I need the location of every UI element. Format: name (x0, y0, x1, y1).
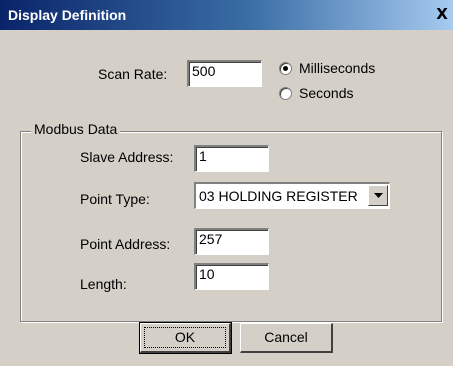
title-bar[interactable]: Display Definition X (0, 0, 453, 30)
point-type-label: Point Type: (80, 191, 150, 207)
scan-rate-input[interactable]: 500 (187, 60, 262, 87)
slave-address-input[interactable]: 1 (194, 145, 269, 172)
slave-address-value: 1 (199, 148, 207, 164)
radio-milliseconds[interactable]: Milliseconds (279, 60, 375, 76)
point-type-select[interactable]: 03 HOLDING REGISTER (194, 182, 390, 209)
point-address-value: 257 (199, 231, 223, 247)
scan-rate-value: 500 (192, 63, 216, 79)
cancel-button[interactable]: Cancel (240, 323, 333, 353)
close-icon[interactable]: X (433, 5, 451, 23)
length-label: Length: (80, 276, 127, 292)
chevron-down-icon[interactable] (368, 185, 388, 206)
slave-address-label: Slave Address: (80, 149, 174, 165)
length-value: 10 (199, 266, 215, 282)
point-address-label: Point Address: (80, 236, 171, 252)
point-address-input[interactable]: 257 (194, 228, 269, 255)
radio-milliseconds-indicator[interactable] (279, 61, 292, 75)
radio-seconds-label: Seconds (299, 85, 354, 101)
window-title: Display Definition (8, 7, 127, 23)
scan-rate-label: Scan Rate: (98, 66, 168, 82)
radio-seconds-indicator[interactable] (279, 86, 292, 100)
cancel-button-label: Cancel (264, 329, 308, 345)
radio-milliseconds-label: Milliseconds (299, 60, 376, 76)
point-type-value: 03 HOLDING REGISTER (199, 188, 358, 204)
modbus-data-group-label: Modbus Data (31, 121, 121, 137)
focus-rect (144, 327, 226, 348)
radio-seconds[interactable]: Seconds (279, 85, 353, 101)
ok-button[interactable]: OK (139, 322, 232, 354)
length-input[interactable]: 10 (194, 263, 269, 290)
